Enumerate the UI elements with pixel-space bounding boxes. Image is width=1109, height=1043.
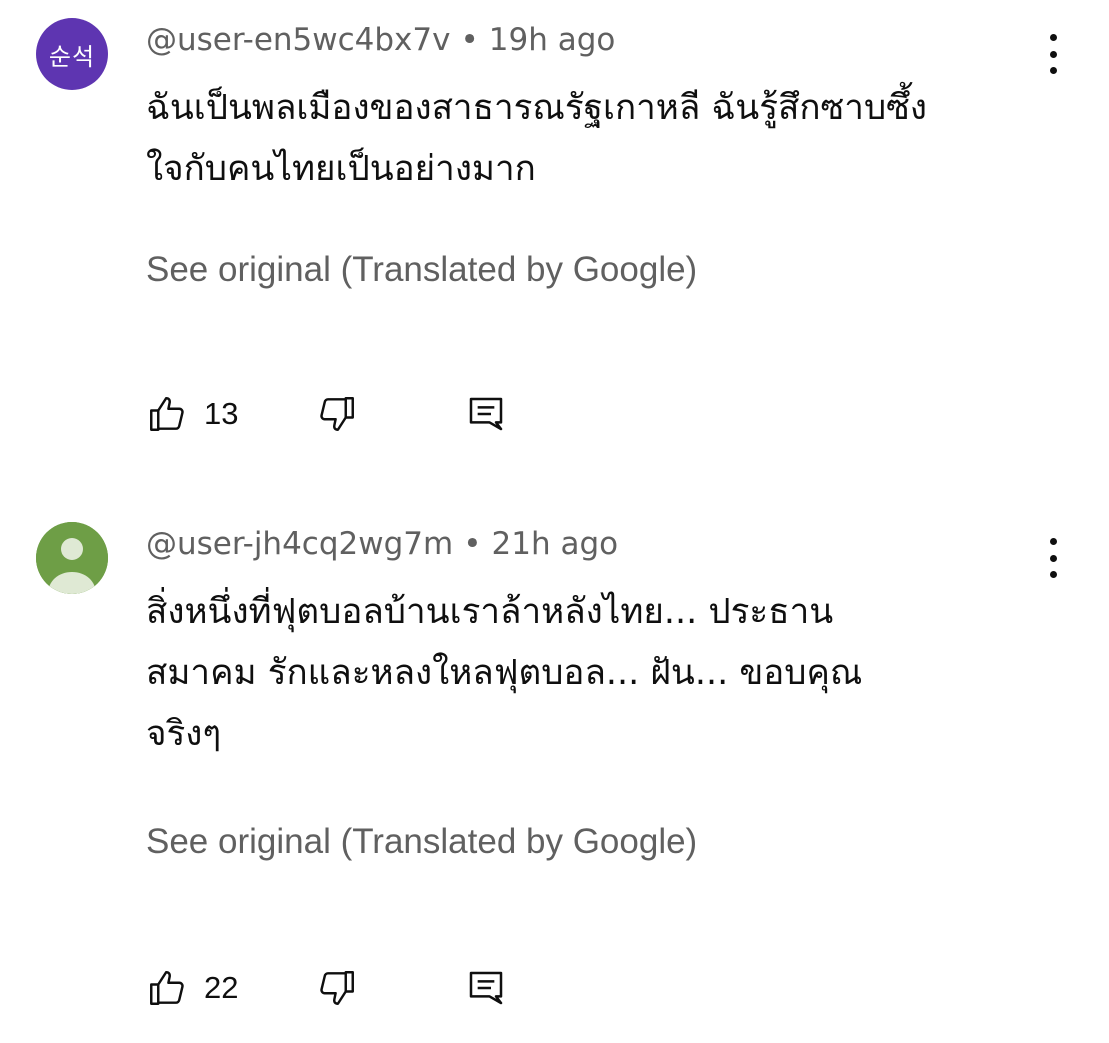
comment-actions: 13	[146, 392, 546, 436]
reply-button[interactable]	[466, 966, 506, 1010]
comment-text-line: ฉันเป็นพลเมืองของสาธารณรัฐเกาหลี ฉันรู้ส…	[146, 88, 928, 128]
thumbs-down-icon	[316, 393, 358, 435]
reply-icon	[466, 393, 506, 435]
like-button[interactable]: 22	[146, 966, 238, 1010]
avatar[interactable]: 순석	[36, 18, 108, 90]
comment-item: 순석 @user-en5wc4bx7v • 19h ago ฉันเป็นพลเมื…	[0, 0, 1109, 470]
comment-time: 21h ago	[491, 526, 619, 562]
like-count: 22	[204, 970, 239, 1005]
comment-text: สิ่งหนึ่งที่ฟุตบอลบ้านเราล้าหลังไทย... ป…	[146, 582, 1046, 765]
separator-dot: •	[463, 526, 482, 562]
reply-icon	[466, 967, 506, 1009]
thumbs-up-icon	[146, 393, 188, 435]
more-vert-icon[interactable]	[1038, 34, 1068, 74]
comment-time: 19h ago	[488, 22, 616, 58]
dislike-button[interactable]	[316, 392, 358, 436]
see-original-link[interactable]: See original (Translated by Google)	[146, 248, 697, 292]
default-avatar-icon	[36, 522, 108, 594]
separator-dot: •	[460, 22, 479, 58]
comment-text: ฉันเป็นพลเมืองของสาธารณรัฐเกาหลี ฉันรู้ส…	[146, 78, 1046, 200]
like-count: 13	[204, 396, 239, 431]
comment-author[interactable]: @user-jh4cq2wg7m	[146, 526, 453, 562]
comment-header: @user-jh4cq2wg7m • 21h ago	[146, 524, 618, 564]
comment-author[interactable]: @user-en5wc4bx7v	[146, 22, 450, 58]
like-button[interactable]: 13	[146, 392, 238, 436]
more-vert-icon[interactable]	[1038, 538, 1068, 578]
reply-button[interactable]	[466, 392, 506, 436]
comment-text-line: สมาคม รักและหลงใหลฟุตบอล... ฝัน... ขอบคุ…	[146, 653, 863, 693]
avatar[interactable]	[36, 522, 108, 594]
thumbs-up-icon	[146, 967, 188, 1009]
dislike-button[interactable]	[316, 966, 358, 1010]
comment-item: @user-jh4cq2wg7m • 21h ago สิ่งหนึ่งที่ฟุต…	[0, 504, 1109, 1043]
comment-text-line: จริงๆ	[146, 714, 222, 754]
comment-actions: 22	[146, 966, 546, 1010]
thumbs-down-icon	[316, 967, 358, 1009]
comment-header: @user-en5wc4bx7v • 19h ago	[146, 20, 615, 60]
comment-text-line: สิ่งหนึ่งที่ฟุตบอลบ้านเราล้าหลังไทย... ป…	[146, 592, 834, 632]
see-original-link[interactable]: See original (Translated by Google)	[146, 820, 697, 864]
comment-text-line: ใจกับคนไทยเป็นอย่างมาก	[146, 149, 536, 189]
avatar-initials: 순석	[48, 42, 96, 71]
